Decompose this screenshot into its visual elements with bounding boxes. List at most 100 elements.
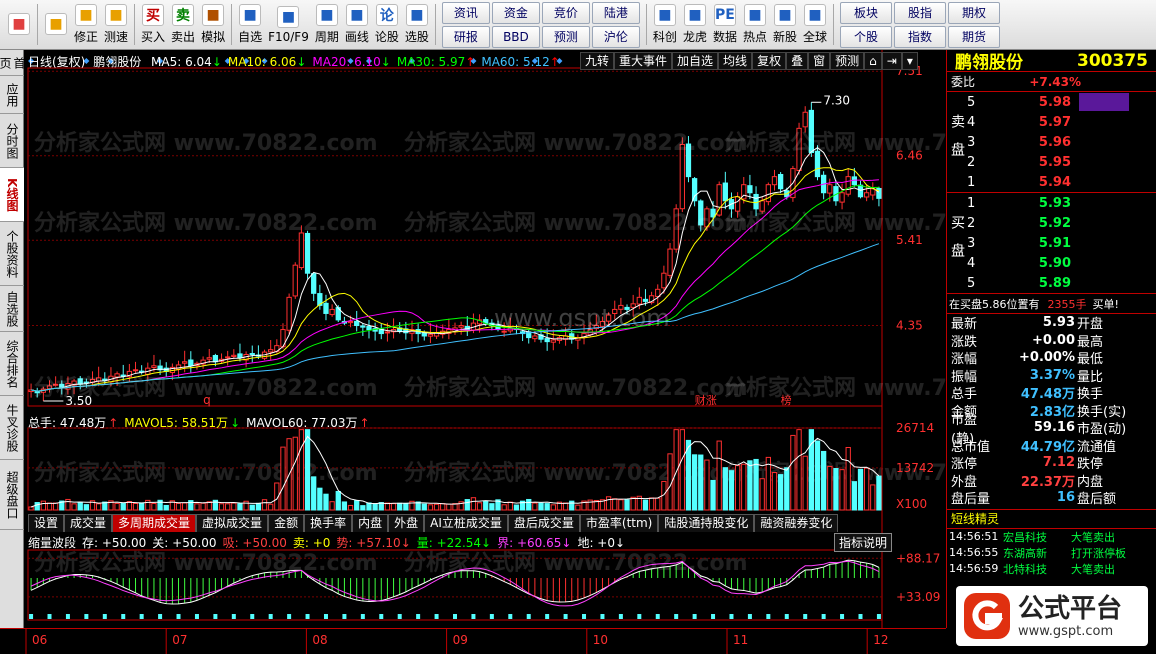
back-arrow-button[interactable]: ■ xyxy=(41,0,71,49)
asks-row[interactable]: 5 5.98 xyxy=(967,92,1156,112)
indicator-tab[interactable]: 盘后成交量 xyxy=(507,514,580,532)
asks-row[interactable]: 1 5.94 xyxy=(967,172,1156,192)
nav-item-7[interactable]: 牛叉诊股 xyxy=(0,396,24,460)
volume-bar xyxy=(483,500,489,511)
nav-item-2[interactable]: 分时图 xyxy=(0,114,24,168)
indicator-tab[interactable]: 市盈率(ttm) xyxy=(579,514,659,532)
toolbar-market-button[interactable]: 股指 xyxy=(894,1,947,24)
indicator-tab[interactable]: 换手率 xyxy=(304,514,353,532)
indicator-help-button[interactable]: 指标说明 xyxy=(834,533,893,552)
stat-label-2: 最高 xyxy=(1077,334,1104,350)
toolbar-link-button[interactable]: 预测 xyxy=(541,25,590,48)
chart-tool-button[interactable]: ⇥ xyxy=(881,52,902,70)
bids-row[interactable]: 1 5.93 xyxy=(967,193,1156,213)
news-item[interactable]: 14:56:55 东湖高新 打开涨停板 xyxy=(947,545,1156,561)
dragon-button[interactable]: ■ 龙虎 xyxy=(680,0,710,49)
grid-button[interactable]: ■ xyxy=(4,0,34,49)
star-button[interactable]: ■ 自选 xyxy=(235,0,265,49)
kechuang-button[interactable]: ■ 科创 xyxy=(650,0,680,49)
chart-tool-button[interactable]: 预测 xyxy=(830,52,865,70)
nav-item-5[interactable]: 自选股 xyxy=(0,286,24,332)
chart-tool-button[interactable]: 叠 xyxy=(786,52,809,70)
nav-item-6[interactable]: 综合排名 xyxy=(0,332,24,396)
volume-bar xyxy=(372,503,378,511)
volume-bar xyxy=(833,468,839,511)
nav-item-3[interactable]: K线图 xyxy=(0,168,24,222)
indicator-tab[interactable]: 金额 xyxy=(268,514,305,532)
toolbar-link-button[interactable]: 陆港 xyxy=(591,1,640,24)
chart-tool-button[interactable]: ▾ xyxy=(901,52,918,70)
asks-row[interactable]: 4 5.97 xyxy=(967,112,1156,132)
nav-item-0[interactable]: 首页 xyxy=(0,50,26,76)
fire-button[interactable]: ■ 热点 xyxy=(740,0,770,49)
hammer-button[interactable]: ■ 模拟 xyxy=(198,0,228,49)
volume-bar xyxy=(728,470,735,511)
indicator-mark xyxy=(655,614,660,619)
up-down-arrow-button[interactable]: ■ 修正 xyxy=(71,0,101,49)
indicator-mark xyxy=(29,614,34,619)
chart-tool-button[interactable]: 窗 xyxy=(808,52,831,70)
toolbar-link-button[interactable]: 沪伦 xyxy=(591,25,640,48)
toolbar-link-button[interactable]: 资讯 xyxy=(441,1,490,24)
bids-row[interactable]: 5 5.89 xyxy=(967,273,1156,293)
chart-tool-button[interactable]: 加自选 xyxy=(672,52,719,70)
toolbar-market-button[interactable]: 期货 xyxy=(948,25,1001,48)
buy-button[interactable]: 买买入 xyxy=(138,0,168,49)
news-item[interactable]: 14:56:51 宏昌科技 大笔卖出 xyxy=(947,529,1156,545)
chart-tool-button[interactable]: 复权 xyxy=(752,52,787,70)
cycle-button[interactable]: ■ 周期 xyxy=(312,0,342,49)
indicator-mark xyxy=(139,614,144,619)
chart-select-button[interactable]: ■ 选股 xyxy=(402,0,432,49)
globe-button[interactable]: ■ 全球 xyxy=(800,0,830,49)
news-item[interactable]: 14:56:59 北特科技 大笔卖出 xyxy=(947,561,1156,577)
chart-mode[interactable]: 日线(复权) xyxy=(28,55,85,69)
toolbar-market-button[interactable]: 个股 xyxy=(840,25,893,48)
toolbar-link-button[interactable]: BBD xyxy=(491,25,540,48)
chart-tool-button[interactable]: 均线 xyxy=(718,52,753,70)
toolbar-market-button[interactable]: 指数 xyxy=(894,25,947,48)
fire-icon: ■ xyxy=(743,4,766,26)
indicator-tab[interactable]: 设置 xyxy=(28,514,65,532)
kline-chart-area[interactable]: 7.51 6.46 5.41 4.35 3.50 7.30 q 财涨榜分析家公式网 www.7… xyxy=(24,50,946,628)
toolbar-link-button[interactable]: 竞价 xyxy=(541,1,590,24)
nav-item-1[interactable]: 应用 xyxy=(0,76,24,114)
toolbar-link-button[interactable]: 资金 xyxy=(491,1,540,24)
indicator-tab[interactable]: 虚拟成交量 xyxy=(196,514,269,532)
chart-tool-button[interactable]: ⌂ xyxy=(864,52,882,70)
chart-toolbar: 九转 重大事件 加自选 均线 复权叠窗预测 ⌂ ⇥ ▾ xyxy=(580,52,918,70)
indicator-mark xyxy=(674,614,679,619)
volume-bar xyxy=(618,499,624,511)
indicator-tab[interactable]: AI立桩成交量 xyxy=(424,514,508,532)
indicator-tab[interactable]: 外盘 xyxy=(388,514,425,532)
indicator-tab[interactable]: 成交量 xyxy=(64,514,113,532)
newstock-button[interactable]: ■ 新股 xyxy=(770,0,800,49)
candle-body xyxy=(747,185,753,194)
pe-button[interactable]: PE 数据 xyxy=(710,0,740,49)
nav-item-8[interactable]: 超级盘口 xyxy=(0,460,24,530)
asks-row[interactable]: 2 5.95 xyxy=(967,152,1156,172)
discuss-button[interactable]: 论论股 xyxy=(372,0,402,49)
toolbar-link-button[interactable]: 研报 xyxy=(441,25,490,48)
indicator-tab[interactable]: 融资融券变化 xyxy=(754,514,839,532)
sell-button[interactable]: 卖卖出 xyxy=(168,0,198,49)
bids-row[interactable]: 2 5.92 xyxy=(967,213,1156,233)
indicator-tab[interactable]: 陆股通持股变化 xyxy=(658,514,755,532)
indicator-tab[interactable]: 内盘 xyxy=(352,514,389,532)
pencil-button[interactable]: ■ 画线 xyxy=(342,0,372,49)
candle-body xyxy=(237,353,243,359)
toolbar-market-button[interactable]: 期权 xyxy=(948,1,1001,24)
clock-button[interactable]: ■ 测速 xyxy=(101,0,131,49)
table-button[interactable]: ■ F10/F9 xyxy=(265,0,312,49)
volume-bar xyxy=(575,504,581,511)
indicator-tab[interactable]: 多周期成交量 xyxy=(112,514,197,532)
candle-body xyxy=(667,248,673,276)
toolbar-market-button[interactable]: 板块 xyxy=(840,1,893,24)
chart-tool-button[interactable]: 九转 xyxy=(580,52,615,70)
nav-item-4[interactable]: 个股资料 xyxy=(0,222,24,286)
bids-row[interactable]: 3 5.91 xyxy=(967,233,1156,253)
asks-row[interactable]: 3 5.96 xyxy=(967,132,1156,152)
pe-icon: PE xyxy=(713,4,736,26)
chart-tool-button[interactable]: 重大事件 xyxy=(614,52,673,70)
news-action: 打开涨停板 xyxy=(1071,546,1126,560)
bids-row[interactable]: 4 5.90 xyxy=(967,253,1156,273)
